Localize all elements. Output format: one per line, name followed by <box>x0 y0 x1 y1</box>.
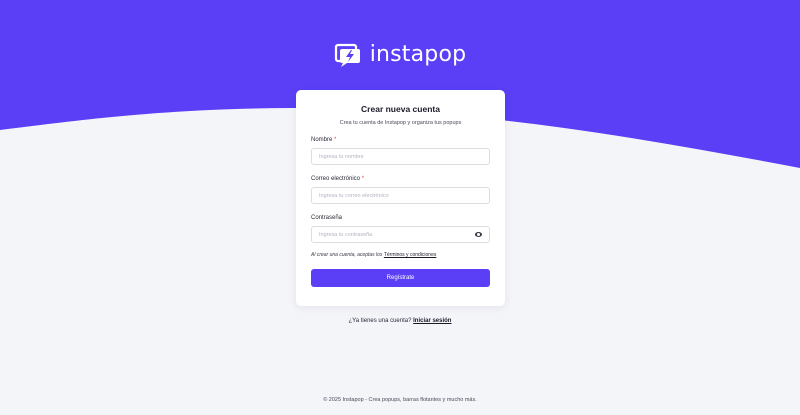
brand-logo: instapop <box>0 42 800 67</box>
signup-card: Crear nueva cuenta Crea tu cuenta de Ins… <box>296 90 505 306</box>
terms-notice: Al crear una cuenta, aceptas los Término… <box>311 252 437 258</box>
login-link[interactable]: Iniciar sesión <box>413 318 451 324</box>
register-button[interactable]: Regístrate <box>311 269 490 287</box>
required-mark: * <box>361 176 365 182</box>
lightning-bubble-icon <box>334 43 360 67</box>
password-label: Contraseña <box>311 215 343 221</box>
name-input[interactable]: Ingresa tu nombre <box>311 148 490 165</box>
brand-name: instapop <box>369 42 467 67</box>
password-input[interactable]: Ingresa tu contraseña <box>311 226 490 243</box>
name-placeholder: Ingresa tu nombre <box>319 153 364 160</box>
email-placeholder: Ingresa tu correo electrónico <box>319 192 389 199</box>
eye-icon[interactable] <box>475 232 482 237</box>
password-placeholder: Ingresa tu contraseña <box>319 231 373 238</box>
card-title: Crear nueva cuenta <box>361 104 440 114</box>
terms-link[interactable]: Términos y condiciones <box>384 252 437 258</box>
email-input[interactable]: Ingresa tu correo electrónico <box>311 187 490 204</box>
card-subtitle: Crea tu cuenta de Instapop y organiza tu… <box>339 120 462 126</box>
required-mark: * <box>334 137 337 143</box>
footer-text: © 2025 Instapop - Crea popups, barras fl… <box>323 397 477 403</box>
login-prompt: ¿Ya tienes una cuenta? Iniciar sesión <box>348 318 452 324</box>
name-label: Nombre * <box>311 137 337 143</box>
email-label: Correo electrónico * <box>311 176 365 182</box>
